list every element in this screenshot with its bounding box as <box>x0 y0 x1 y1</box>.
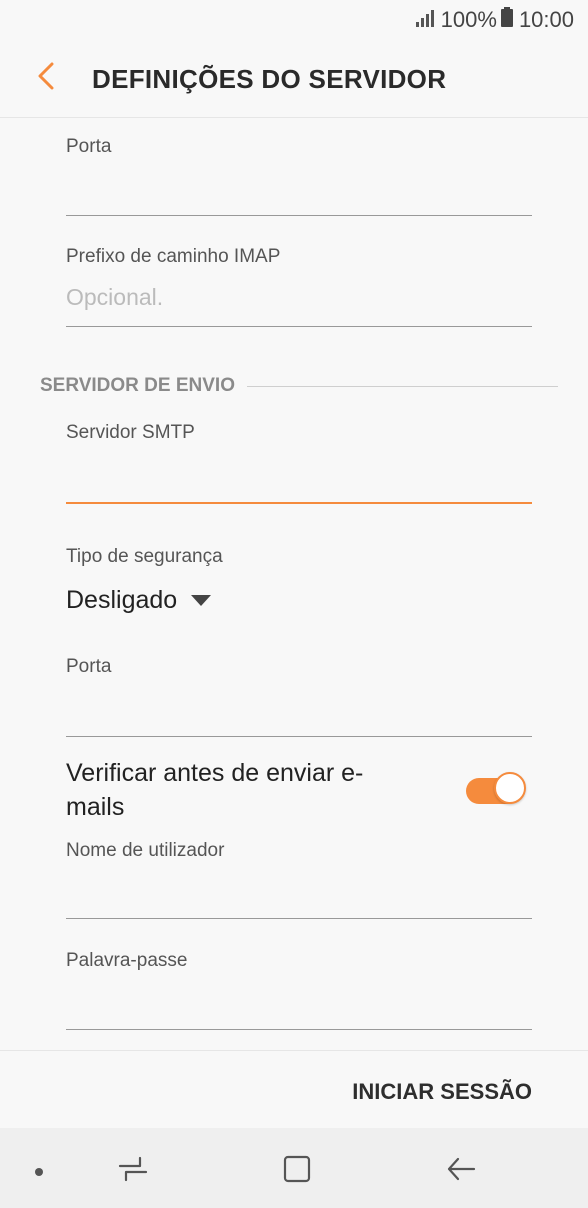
smtp-server-field[interactable]: Servidor SMTP <box>66 406 532 504</box>
app-bar: DEFINIÇÕES DO SERVIDOR <box>0 40 588 118</box>
password-field[interactable]: Palavra-passe <box>66 942 532 1030</box>
password-label: Palavra-passe <box>66 950 188 971</box>
incoming-port-field[interactable]: Porta <box>66 118 532 216</box>
dropdown-arrow-icon <box>191 595 212 606</box>
status-bar: 100% 10:00 <box>0 0 588 40</box>
home-icon[interactable] <box>282 1154 312 1189</box>
verify-before-send-toggle[interactable] <box>466 772 528 806</box>
username-label: Nome de utilizador <box>66 840 225 861</box>
username-field[interactable]: Nome de utilizador <box>66 830 532 919</box>
security-type-label: Tipo de segurança <box>66 546 223 567</box>
outgoing-section-header: SERVIDOR DE ENVIO <box>40 375 558 396</box>
security-type-value: Desligado <box>66 586 178 614</box>
outgoing-section-title: SERVIDOR DE ENVIO <box>40 375 235 396</box>
navigation-bar <box>0 1128 588 1208</box>
back-icon[interactable] <box>446 1154 476 1189</box>
toggle-knob <box>494 772 526 804</box>
imap-prefix-label: Prefixo de caminho IMAP <box>66 246 281 267</box>
smtp-server-label: Servidor SMTP <box>66 422 195 443</box>
security-type-dropdown[interactable]: Desligado <box>66 586 212 615</box>
incoming-port-label: Porta <box>66 136 112 157</box>
dot-icon <box>34 1164 44 1182</box>
battery-percent: 100% <box>440 7 497 32</box>
verify-before-send-label: Verificar antes de enviar e-mails <box>66 759 364 821</box>
settings-form: Porta Prefixo de caminho IMAP Opcional. … <box>0 118 588 1050</box>
imap-prefix-field[interactable]: Prefixo de caminho IMAP Opcional. <box>66 228 532 327</box>
clock: 10:00 <box>518 7 574 32</box>
back-button[interactable] <box>28 60 64 96</box>
sign-in-button[interactable]: INICIAR SESSÃO <box>352 1079 532 1105</box>
battery-icon <box>500 7 513 33</box>
bottom-action-bar: INICIAR SESSÃO <box>0 1050 588 1128</box>
page-title: DEFINIÇÕES DO SERVIDOR <box>92 64 447 94</box>
section-divider <box>246 385 558 387</box>
chevron-left-icon <box>36 62 56 95</box>
signal-icon <box>415 7 435 33</box>
outgoing-port-field[interactable]: Porta <box>66 638 532 737</box>
outgoing-port-label: Porta <box>66 656 112 677</box>
imap-prefix-placeholder: Opcional. <box>66 284 164 310</box>
recent-apps-icon[interactable] <box>118 1154 148 1189</box>
